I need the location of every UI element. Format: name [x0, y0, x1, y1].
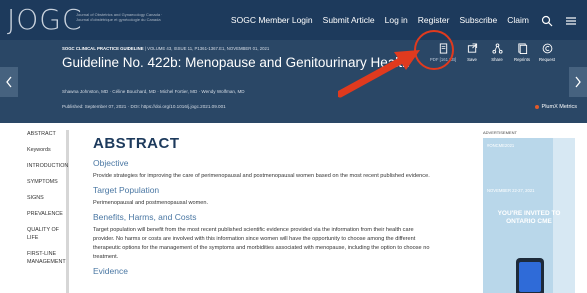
request-label: Request [538, 57, 555, 62]
series-label[interactable]: SOGC CLINICAL PRACTICE GUIDELINE [62, 46, 144, 51]
register-link[interactable]: Register [418, 15, 450, 25]
search-icon[interactable] [541, 14, 553, 27]
submit-article-link[interactable]: Submit Article [323, 15, 375, 25]
ad-hashtag: #ONCME2021 [487, 143, 515, 148]
evidence-heading: Evidence [93, 266, 128, 276]
reprints-button[interactable]: Reprints [511, 43, 533, 62]
section-nav-introduction[interactable]: INTRODUCTION [27, 162, 68, 170]
ad-date: NOVEMBER 22-27, 2021 [487, 188, 535, 193]
section-nav-abstract[interactable]: ABSTRACT [27, 130, 66, 138]
article-published: Published: September 07, 2021 · DOI: htt… [62, 104, 226, 109]
member-login-link[interactable]: SOGC Member Login [231, 15, 313, 25]
share-icon [491, 43, 503, 54]
benefits-text: Target population will benefit from the … [93, 227, 430, 260]
series-info: | VOLUME 43, ISSUE 11, P1361-1367.E1, NO… [144, 46, 270, 51]
phone-illustration [516, 258, 544, 293]
ad-invite: YOU'RE INVITED TO ONTARIO CME [497, 210, 561, 225]
objective-text: Provide strategies for improving the car… [93, 173, 430, 179]
chevron-right-icon [575, 76, 581, 88]
copyright-icon [542, 43, 552, 54]
menu-icon[interactable] [565, 14, 577, 26]
abstract-heading: ABSTRACT [93, 135, 180, 152]
nav-links: SOGC Member Login Submit Article Log in … [221, 12, 577, 28]
section-nav-keywords[interactable]: Keywords [27, 146, 66, 154]
reprints-label: Reprints [513, 57, 530, 62]
section-nav-quality-of-life[interactable]: QUALITY OF LIFE [27, 226, 66, 242]
section-nav: ABSTRACT Keywords INTRODUCTION SYMPTOMS … [27, 130, 69, 293]
plumx-label: PlumX Metrics [541, 104, 577, 110]
save-button[interactable]: Save [461, 43, 483, 62]
claim-link[interactable]: Claim [507, 15, 529, 25]
phone-screen [519, 262, 541, 292]
page: JOGC Journal of Obstetrics and Gynaecolo… [0, 0, 587, 293]
section-nav-signs[interactable]: SIGNS [27, 194, 66, 202]
request-button[interactable]: Request [536, 43, 558, 62]
top-nav: JOGC Journal of Obstetrics and Gynaecolo… [0, 0, 587, 40]
article-authors[interactable]: Shawna Johnston, MD · Céline Bouchard, M… [62, 89, 245, 94]
section-nav-symptoms[interactable]: SYMPTOMS [27, 178, 66, 186]
previous-article-button[interactable] [0, 67, 18, 97]
subscribe-link[interactable]: Subscribe [459, 15, 497, 25]
benefits-heading: Benefits, Harms, and Costs [93, 212, 197, 222]
objective-heading: Objective [93, 158, 129, 168]
save-label: Save [467, 57, 477, 62]
section-nav-first-line-management[interactable]: FIRST-LINE MANAGEMENT [27, 250, 66, 266]
journal-logo[interactable]: JOGC [7, 4, 83, 36]
plumx-icon [534, 104, 539, 109]
next-article-button[interactable] [569, 67, 587, 97]
logo-tagline: Journal of Obstetrics and Gynaecology Ca… [76, 12, 163, 22]
article-banner: SOGC CLINICAL PRACTICE GUIDELINE | VOLUM… [0, 40, 587, 123]
share-button[interactable]: Share [486, 43, 508, 62]
target-population-heading: Target Population [93, 185, 160, 195]
ad-label: ADVERTISEMENT [483, 130, 517, 135]
plumx-metrics-link[interactable]: PlumX Metrics [534, 104, 577, 110]
advertisement[interactable]: #ONCME2021 NOVEMBER 22-27, 2021 YOU'RE I… [483, 138, 575, 293]
abstract-section: ABSTRACT Objective Provide strategies fo… [93, 135, 433, 280]
chevron-left-icon [6, 76, 12, 88]
article-series: SOGC CLINICAL PRACTICE GUIDELINE | VOLUM… [62, 46, 269, 51]
reprints-icon [517, 43, 527, 54]
login-link[interactable]: Log in [385, 15, 408, 25]
share-label: Share [491, 57, 503, 62]
section-nav-prevalence[interactable]: PREVALENCE [27, 210, 66, 218]
annotation-arrow-icon [338, 50, 420, 98]
target-population-text: Perimenopausal and postmenopausal women. [93, 200, 209, 206]
save-icon [467, 43, 477, 53]
